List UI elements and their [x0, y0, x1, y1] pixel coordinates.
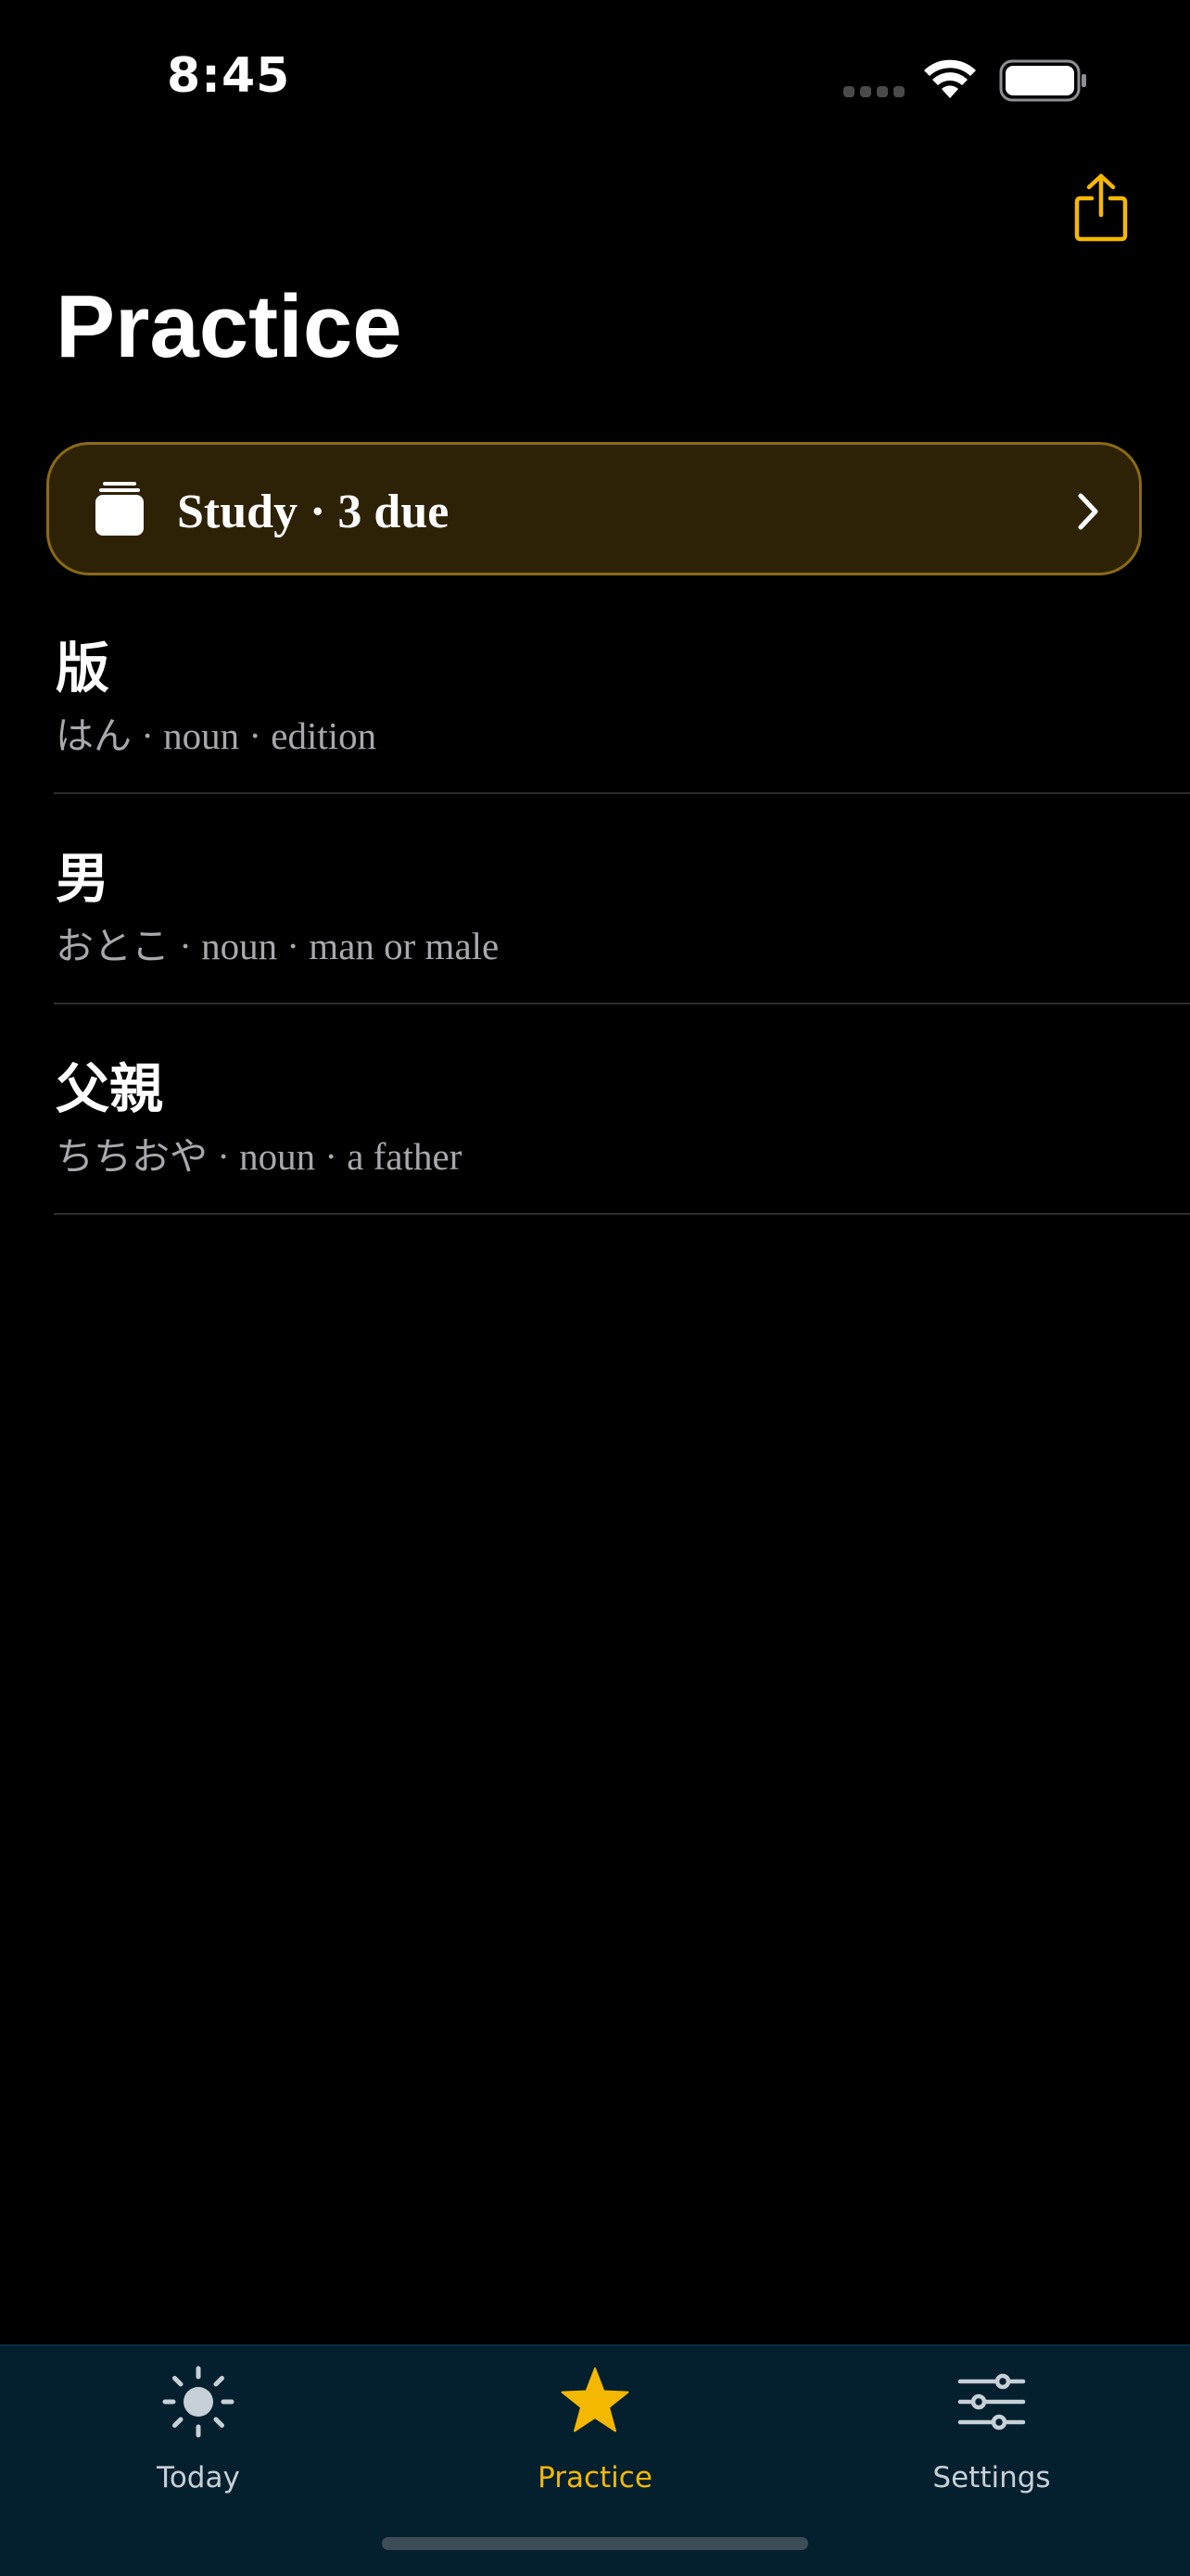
sun-icon — [161, 2365, 235, 2443]
vocab-kanji: 男 — [56, 847, 110, 910]
study-label: Study · 3 due — [177, 486, 449, 538]
vocab-detail: ちちおや · noun · a father — [56, 1135, 462, 1178]
vocab-kanji: 版 — [56, 637, 110, 700]
share-icon — [1074, 173, 1128, 242]
page-title: Practice — [56, 277, 402, 376]
list-item[interactable]: 版 はん · noun · edition — [54, 584, 1190, 794]
tab-today[interactable]: Today — [0, 2346, 397, 2513]
home-indicator — [382, 2537, 808, 2550]
tab-settings[interactable]: Settings — [793, 2346, 1190, 2513]
sliders-icon — [955, 2365, 1029, 2443]
tab-practice[interactable]: Practice — [397, 2346, 793, 2513]
study-button[interactable]: Study · 3 due — [46, 442, 1142, 575]
battery-icon — [999, 59, 1088, 107]
vocab-detail: はん · noun · edition — [56, 714, 377, 757]
wifi-icon — [923, 57, 977, 105]
status-bar: 8:45 — [0, 0, 1190, 158]
vocab-detail: おとこ · noun · man or male — [56, 925, 500, 967]
cellular-signal-icon — [843, 86, 905, 97]
tab-label: Settings — [932, 2461, 1051, 2494]
list-item[interactable]: 男 おとこ · noun · man or male — [54, 794, 1190, 1004]
star-icon — [558, 2365, 632, 2443]
tab-label: Practice — [538, 2461, 652, 2494]
chevron-right-icon — [1076, 491, 1100, 537]
tab-label: Today — [157, 2461, 240, 2494]
share-button[interactable] — [1066, 169, 1136, 246]
card-stack-icon — [94, 480, 146, 542]
list-item[interactable]: 父親 ちちおや · noun · a father — [54, 1004, 1190, 1215]
vocab-kanji: 父親 — [56, 1057, 164, 1120]
vocab-list: 版 はん · noun · edition 男 おとこ · noun · man… — [54, 584, 1190, 1215]
status-time: 8:45 — [167, 48, 291, 104]
